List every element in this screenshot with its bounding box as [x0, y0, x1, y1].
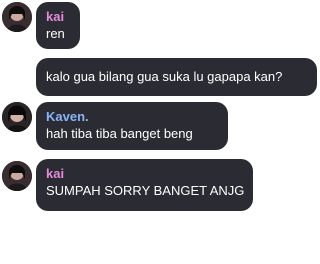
- message-bubble-kai-3[interactable]: kai SUMPAH SORRY BANGET ANJG: [36, 159, 253, 211]
- message-bubble-kai-2[interactable]: kalo gua bilang gua suka lu gapapa kan?: [36, 58, 317, 96]
- message-text: ren: [46, 26, 65, 41]
- avatar-kai[interactable]: [2, 2, 32, 32]
- chat-thread: kai ren kalo gua bilang gua suka lu gapa…: [0, 0, 320, 264]
- message-bubble-kaven[interactable]: Kaven. hah tiba tiba banget beng: [36, 102, 228, 150]
- avatar-kai[interactable]: [2, 161, 32, 191]
- avatar-kaven-image: [2, 102, 32, 132]
- sender-name-kaven[interactable]: Kaven.: [46, 109, 218, 125]
- message-bubble-kai-1[interactable]: kai ren: [36, 2, 80, 49]
- message-text: hah tiba tiba banget beng: [46, 126, 193, 141]
- avatar-kai-image: [2, 2, 32, 32]
- message-text: kalo gua bilang gua suka lu gapapa kan?: [46, 69, 283, 84]
- avatar-kaven[interactable]: [2, 102, 32, 132]
- sender-name-kai[interactable]: kai: [46, 9, 70, 25]
- sender-name-kai[interactable]: kai: [46, 166, 243, 182]
- avatar-kai-image: [2, 161, 32, 191]
- message-text: SUMPAH SORRY BANGET ANJG: [46, 183, 245, 198]
